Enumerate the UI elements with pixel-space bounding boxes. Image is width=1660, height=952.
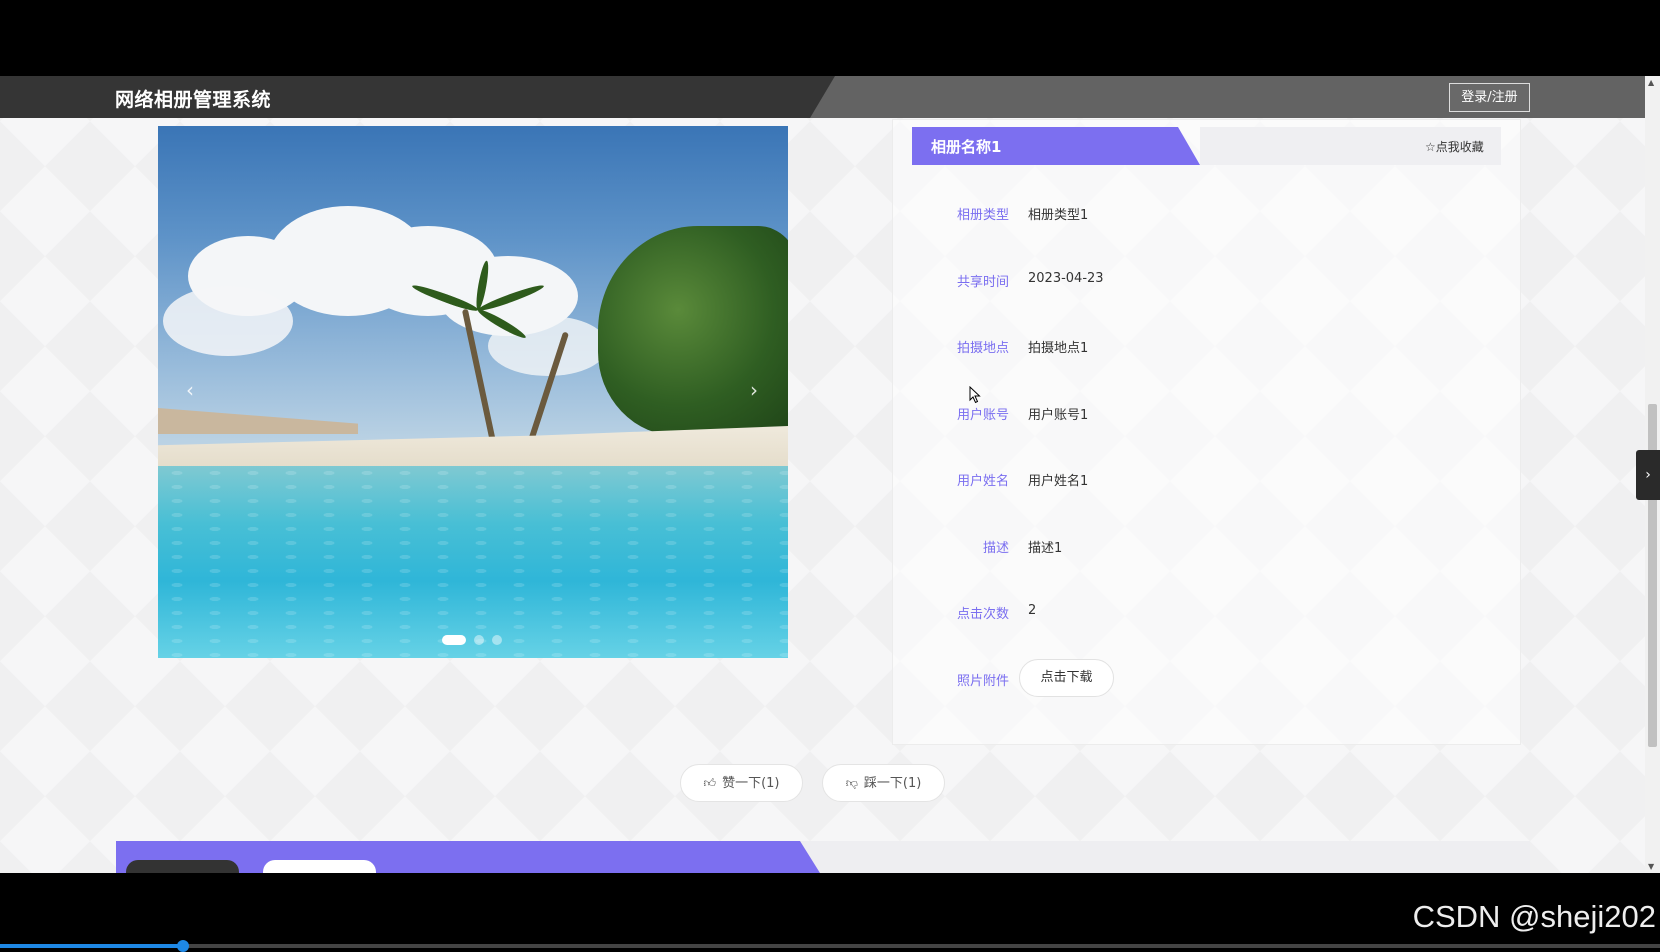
tree-foliage [598,226,788,436]
field-value-clicks: 2 [1028,603,1037,618]
field-value-account: 用户账号1 [1028,408,1089,423]
thumbs-up-icon: 👍︎ [703,776,717,790]
site-title: 网络相册管理系统 [115,89,272,111]
watermark-text: CSDN @sheji202 [1412,899,1656,934]
section-tab-1[interactable] [126,860,239,873]
field-value-username: 用户姓名1 [1028,474,1089,489]
album-name: 相册名称1 [931,138,1002,156]
field-value-description: 描述1 [1028,541,1063,556]
like-label: 赞一下(1) [722,776,780,791]
carousel-dot[interactable] [442,635,466,645]
video-progress-knob[interactable] [177,940,189,952]
browser-viewport: 网络相册管理系统 登录/注册 ‹ › 相册名称1 ☆点我收藏 相册类型 相册类型… [0,76,1660,873]
field-label-share-time: 共享时间 [956,275,1009,290]
carousel-dot[interactable] [474,635,484,645]
thumbs-down-icon: 👎︎ [845,776,858,790]
field-value-location: 拍摄地点1 [1028,341,1089,356]
dislike-label: 踩一下(1) [863,776,922,791]
carousel-next-icon[interactable]: › [750,378,758,402]
scroll-up-icon[interactable]: ▲ [1648,78,1654,87]
carousel-indicators [442,635,502,645]
carousel-dot[interactable] [492,635,502,645]
bottom-letterbox: CSDN @sheji202 [0,873,1660,952]
favorite-button[interactable]: ☆点我收藏 [1425,138,1484,155]
field-value-type: 相册类型1 [1028,208,1089,223]
dislike-button[interactable]: 👎︎ 踩一下(1) [822,764,945,802]
field-label-clicks: 点击次数 [956,607,1009,622]
carousel-prev-icon[interactable]: ‹ [186,378,194,402]
sea-water [158,466,788,658]
section-tab-2[interactable] [263,860,376,873]
video-progress-fill [0,944,183,948]
top-letterbox [0,0,1660,76]
like-button[interactable]: 👍︎ 赞一下(1) [680,764,803,802]
side-panel-toggle-icon[interactable]: › [1636,450,1660,500]
field-label-location: 拍摄地点 [956,341,1009,356]
mouse-cursor-icon [969,386,981,404]
video-progress-track[interactable] [0,944,1660,948]
scroll-down-icon[interactable]: ▼ [1648,862,1654,871]
login-register-button[interactable]: 登录/注册 [1449,83,1530,112]
download-button[interactable]: 点击下载 [1019,659,1114,697]
photo-carousel[interactable]: ‹ › [158,126,788,658]
field-value-share-time: 2023-04-23 [1028,271,1104,286]
field-label-description: 描述 [982,541,1009,556]
field-label-type: 相册类型 [956,208,1009,223]
field-label-account: 用户账号 [956,408,1009,423]
field-label-username: 用户姓名 [956,474,1009,489]
field-label-attachment: 照片附件 [956,674,1009,689]
